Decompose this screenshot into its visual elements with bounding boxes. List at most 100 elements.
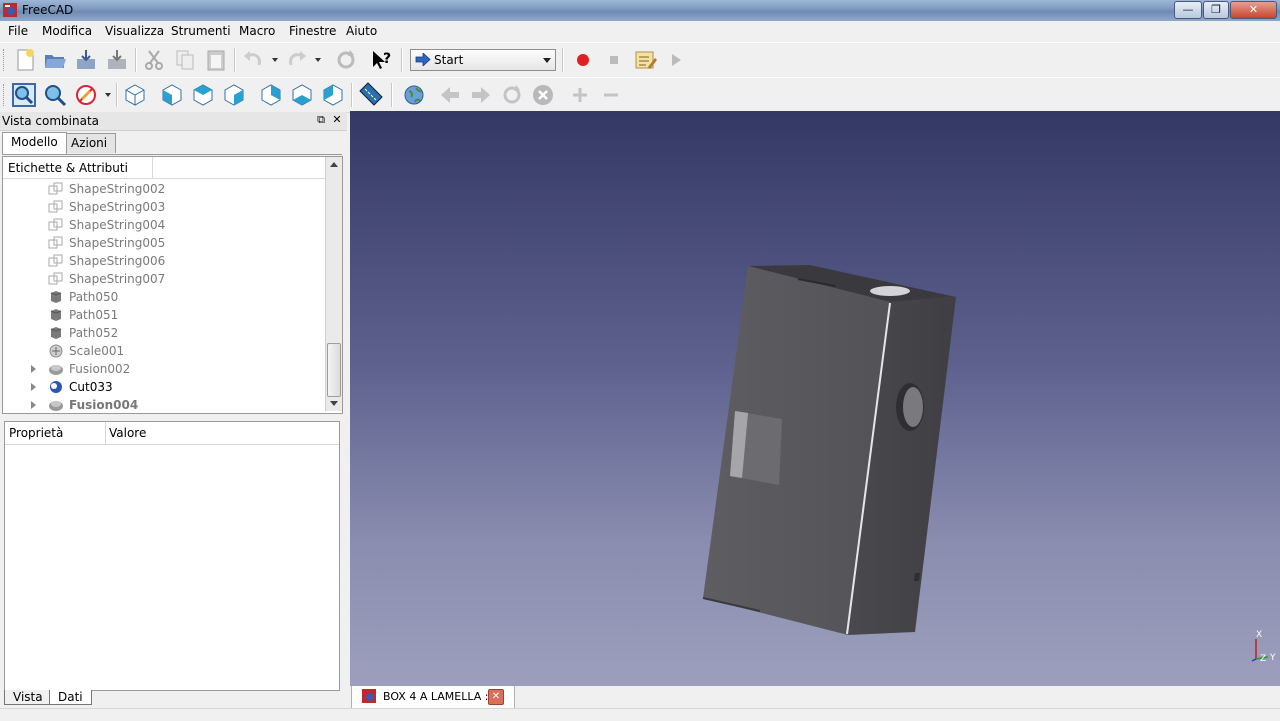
menu-bar: File Modifica Visualizza Strumenti Macro…: [0, 21, 1280, 42]
tree-item-label: ShapeString007: [69, 272, 166, 286]
tree-header-label: Etichette & Attributi: [8, 161, 128, 175]
undo-button[interactable]: [240, 47, 266, 73]
tree-item-label: Path050: [69, 290, 119, 304]
minus-icon: [604, 93, 618, 97]
tree-header[interactable]: Etichette & Attributi: [3, 157, 326, 179]
measure-distance-button[interactable]: [357, 82, 383, 108]
menu-file[interactable]: File: [8, 24, 28, 38]
tree-item[interactable]: Path050: [3, 288, 326, 306]
menu-finestre[interactable]: Finestre: [289, 24, 336, 38]
open-button[interactable]: [42, 47, 68, 73]
menu-modifica[interactable]: Modifica: [42, 24, 92, 38]
scroll-up-icon[interactable]: [330, 162, 338, 167]
bottom-notch: [914, 573, 920, 581]
start-arrow-icon: [415, 53, 431, 66]
close-button[interactable]: ✕: [1230, 1, 1277, 19]
expand-arrow-icon[interactable]: [31, 365, 36, 373]
redo-button[interactable]: [284, 47, 310, 73]
expand-arrow-icon[interactable]: [31, 401, 36, 409]
minimize-button[interactable]: —: [1174, 1, 1202, 19]
copy-button[interactable]: [172, 47, 198, 73]
view-isometric-button[interactable]: [122, 82, 148, 108]
model-tree[interactable]: Etichette & Attributi ShapeString002 Shap…: [2, 156, 343, 414]
menu-visualizza[interactable]: Visualizza: [105, 24, 164, 38]
value-column-header[interactable]: Valore: [109, 426, 146, 440]
toolbar-separator: [135, 48, 137, 72]
property-column-header[interactable]: Proprietà: [9, 426, 63, 440]
web-back-button[interactable]: [437, 82, 463, 108]
column-separator[interactable]: [105, 422, 106, 444]
whats-this-button[interactable]: ?: [369, 47, 395, 73]
view-rear-button[interactable]: [258, 82, 284, 108]
3d-viewport[interactable]: X Y Z: [350, 111, 1280, 686]
macro-stop-button[interactable]: [601, 47, 627, 73]
toolbar-separator: [562, 48, 564, 72]
workbench-selector[interactable]: Start: [410, 49, 556, 71]
toolbar-grip[interactable]: [3, 84, 7, 106]
view-top-button[interactable]: [190, 82, 216, 108]
macro-record-button[interactable]: [570, 47, 596, 73]
web-refresh-button[interactable]: [499, 82, 525, 108]
tree-item-label: Scale001: [69, 344, 125, 358]
tab-azioni[interactable]: Azioni: [62, 133, 117, 153]
plus-icon: [573, 88, 587, 102]
view-front-button[interactable]: [159, 82, 185, 108]
paste-button[interactable]: [203, 47, 229, 73]
tree-item[interactable]: ShapeString004: [3, 216, 326, 234]
tab-dati[interactable]: Dati: [49, 690, 92, 705]
undo-dropdown-icon[interactable]: [272, 58, 278, 62]
menu-macro[interactable]: Macro: [239, 24, 275, 38]
cut-button[interactable]: [141, 47, 167, 73]
property-editor[interactable]: Proprietà Valore: [4, 421, 340, 691]
web-stop-button[interactable]: [530, 82, 556, 108]
tree-item[interactable]: Scale001: [3, 342, 326, 360]
tree-item[interactable]: Fusion002: [3, 360, 326, 378]
web-forward-button[interactable]: [468, 82, 494, 108]
macro-edit-button[interactable]: [632, 47, 658, 73]
tree-item[interactable]: ShapeString003: [3, 198, 326, 216]
tree-item[interactable]: ShapeString002: [3, 180, 326, 198]
solid-icon: [48, 308, 64, 322]
toolbar-grip[interactable]: [3, 49, 7, 71]
new-file-icon: [17, 49, 34, 71]
tab-vista[interactable]: Vista: [4, 690, 52, 705]
document-tab[interactable]: BOX 4 A LAMELLA : 1 ✕: [351, 686, 515, 709]
tab-modello[interactable]: Modello: [2, 132, 67, 154]
redo-dropdown-icon[interactable]: [315, 58, 321, 62]
expand-arrow-icon[interactable]: [31, 383, 36, 391]
tree-item[interactable]: ShapeString006: [3, 252, 326, 270]
tree-item[interactable]: Fusion004: [3, 396, 326, 413]
menu-strumenti[interactable]: Strumenti: [171, 24, 231, 38]
view-right-button[interactable]: [221, 82, 247, 108]
3d-model[interactable]: X Y Z: [350, 111, 1280, 686]
column-separator[interactable]: [152, 157, 153, 178]
undock-icon[interactable]: ⧉: [315, 114, 327, 126]
new-document-button[interactable]: [12, 47, 38, 73]
zoom-out-button[interactable]: [598, 82, 624, 108]
view-bottom-button[interactable]: [289, 82, 315, 108]
draw-style-button[interactable]: [73, 82, 99, 108]
file-toolbar: ? Start: [0, 42, 1280, 78]
save-button[interactable]: [73, 47, 99, 73]
maximize-button[interactable]: ❐: [1203, 1, 1229, 19]
draw-style-dropdown-icon[interactable]: [105, 93, 111, 97]
menu-aiuto[interactable]: Aiuto: [346, 24, 377, 38]
tree-item[interactable]: Path052: [3, 324, 326, 342]
tree-item[interactable]: Cut033: [3, 378, 326, 396]
refresh-button[interactable]: [333, 47, 359, 73]
save-as-button[interactable]: [104, 47, 130, 73]
fit-selection-button[interactable]: [42, 82, 68, 108]
macro-run-button[interactable]: [663, 47, 689, 73]
close-tab-icon[interactable]: ✕: [488, 689, 504, 705]
zoom-in-button[interactable]: [567, 82, 593, 108]
scroll-thumb[interactable]: [327, 343, 341, 397]
view-left-button[interactable]: [320, 82, 346, 108]
tree-item[interactable]: ShapeString005: [3, 234, 326, 252]
web-home-button[interactable]: [401, 82, 427, 108]
scroll-down-icon[interactable]: [330, 401, 338, 406]
close-icon[interactable]: ✕: [331, 114, 343, 126]
tree-item[interactable]: Path051: [3, 306, 326, 324]
fit-all-button[interactable]: [11, 82, 37, 108]
tree-item[interactable]: ShapeString007: [3, 270, 326, 288]
tree-scrollbar[interactable]: [325, 157, 342, 411]
